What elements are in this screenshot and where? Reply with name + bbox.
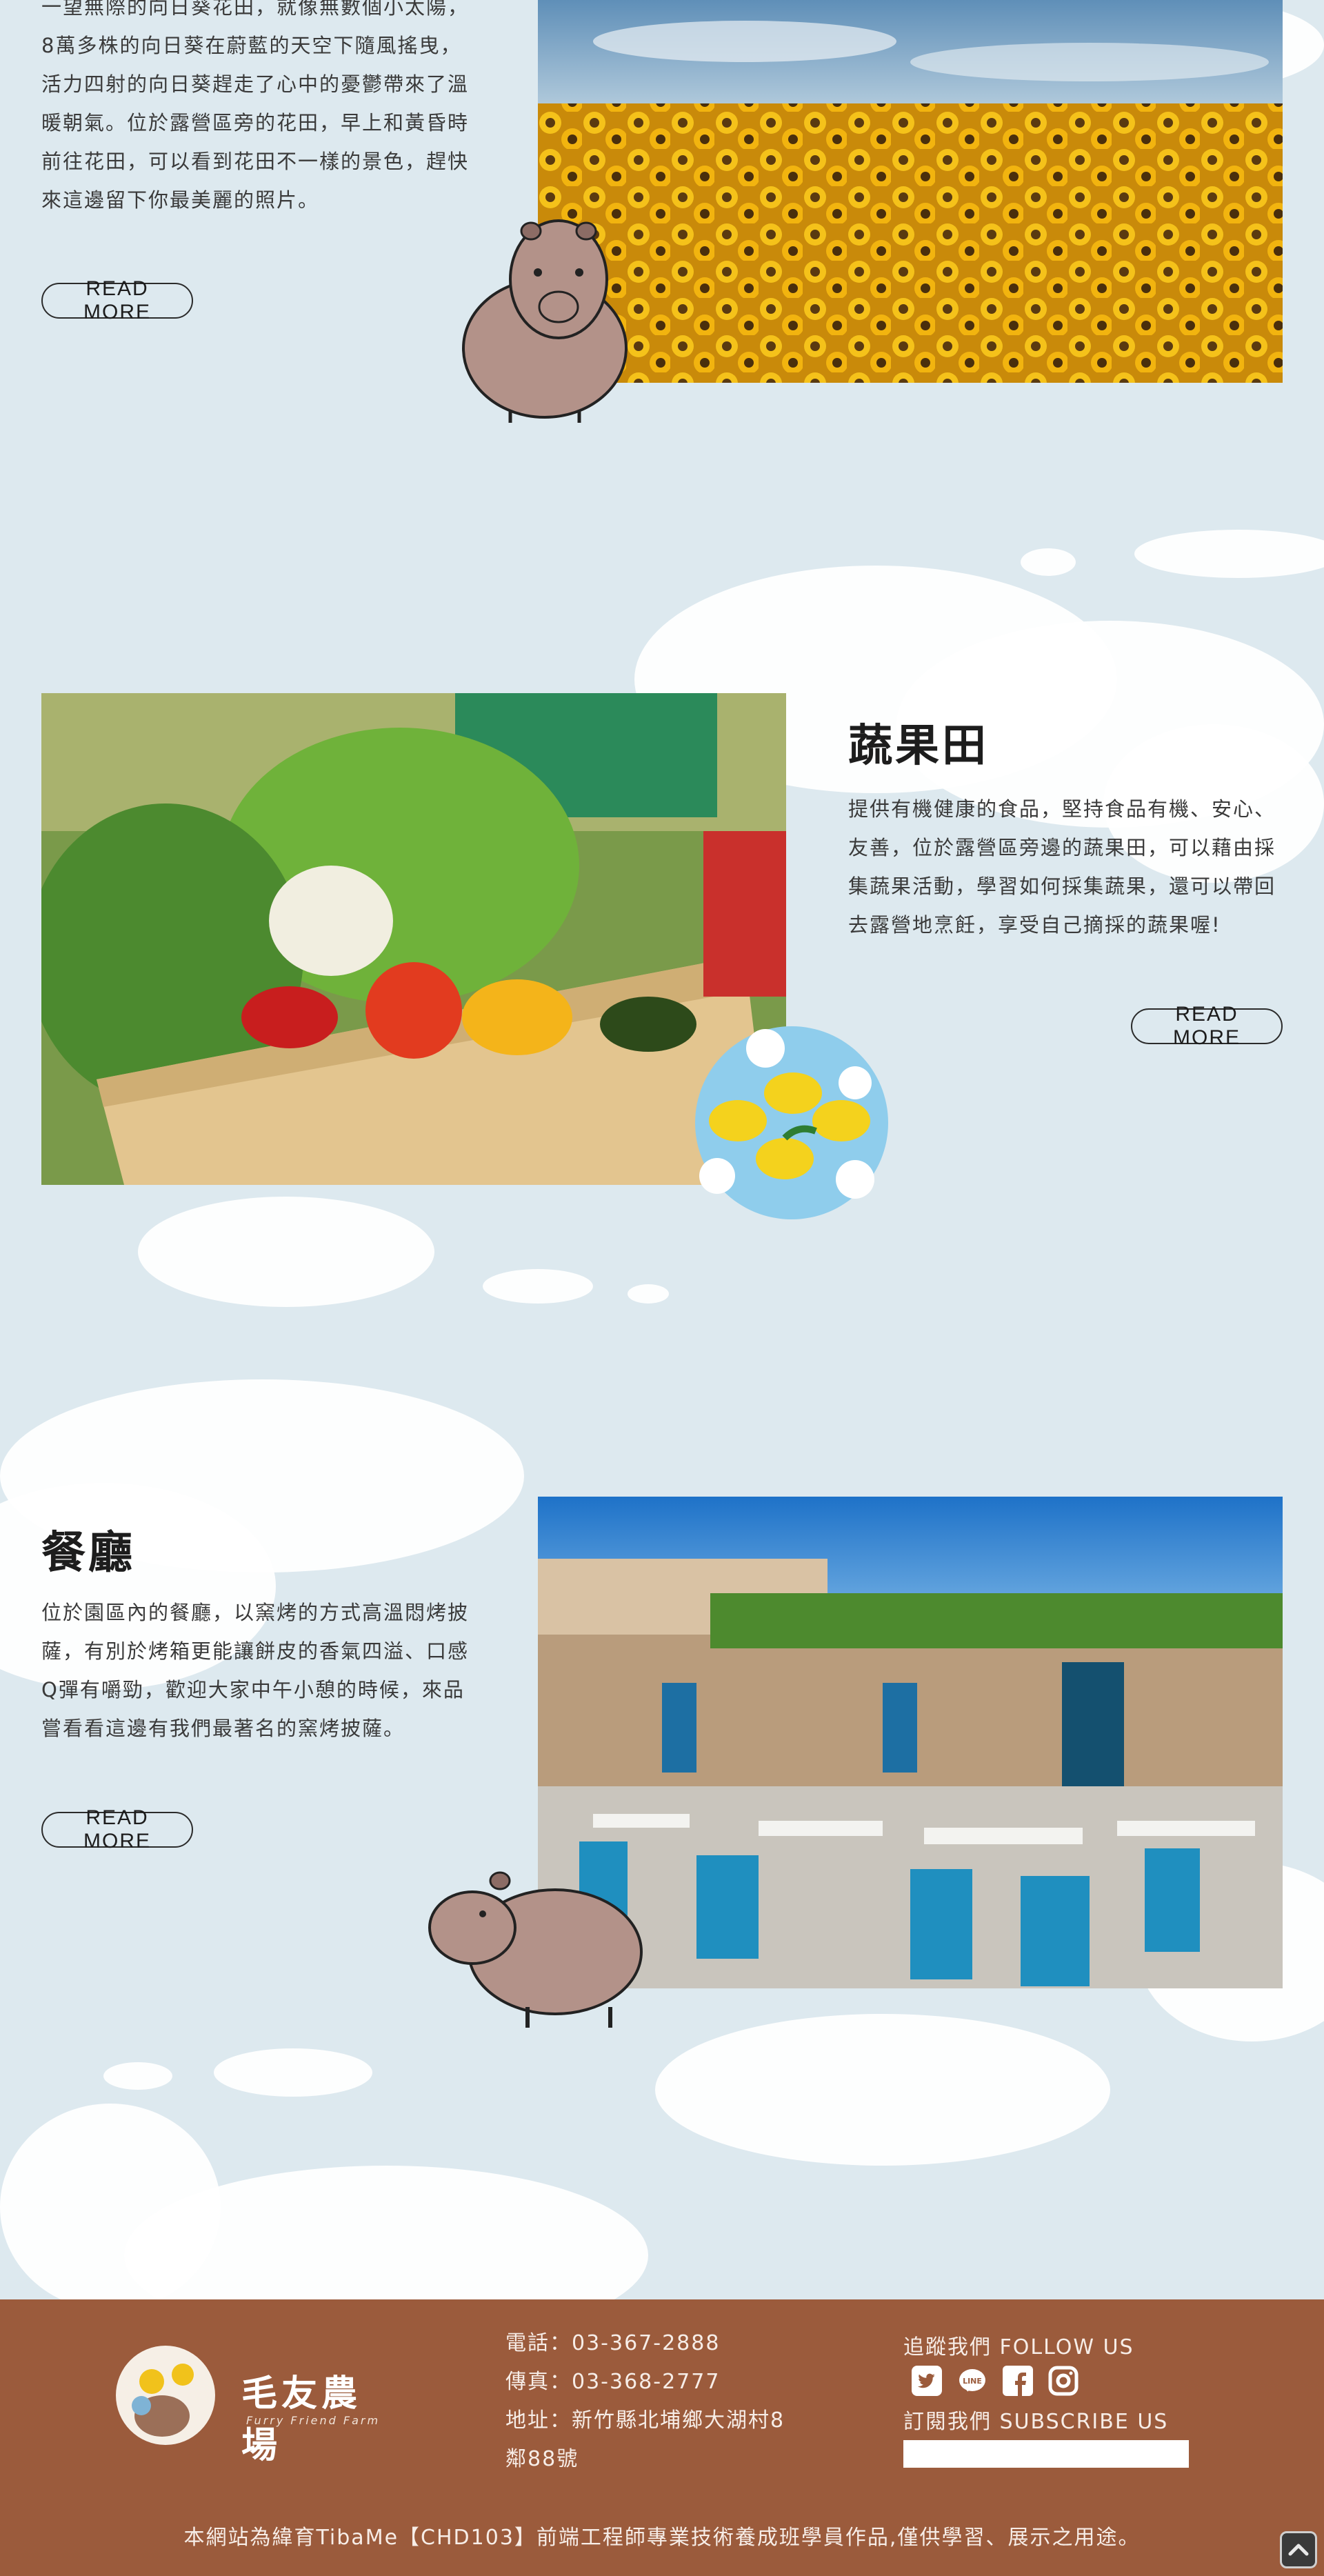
chevron-up-icon bbox=[1288, 2544, 1309, 2556]
svg-text:LINE: LINE bbox=[963, 2377, 982, 2386]
footer-copyright: 本網站為緯育TibaMe【CHD103】前端工程師專業技術養成班學員作品,僅供學… bbox=[183, 2526, 1141, 2550]
instagram-icon[interactable] bbox=[1048, 2366, 1079, 2396]
back-to-top-button[interactable] bbox=[1280, 2531, 1317, 2568]
footer-fax: 傳真：03-368-2777 bbox=[505, 2370, 721, 2394]
capybara-illustration bbox=[424, 1866, 652, 2031]
vegetable-crate-photo bbox=[41, 693, 786, 1185]
desc-line: 前往花田，可以看到花田不一樣的景色，趕快 bbox=[41, 150, 470, 173]
footer-follow-label: 追蹤我們 FOLLOW US bbox=[903, 2335, 1134, 2359]
sunflower-section: 一望無際的向日葵花田，就像無數個小太陽， 8萬多株的向日葵在蔚藍的天空下隨風搖曳… bbox=[0, 0, 1324, 428]
site-footer: 毛友農場 Furry Friend Farm 電話：03-367-2888 傳真… bbox=[0, 2299, 1324, 2576]
footer-phone: 電話：03-367-2888 bbox=[505, 2331, 721, 2355]
desc-line: 8萬多株的向日葵在蔚藍的天空下隨風搖曳， bbox=[41, 34, 462, 57]
vegetable-read-more-button[interactable]: READ MORE bbox=[1131, 1003, 1283, 1049]
subscribe-email-input[interactable] bbox=[903, 2440, 1189, 2468]
restaurant-section: 餐廳 位於園區內的餐廳，以窯烤的方式高溫悶烤披 薩，有別於烤箱更能讓餅皮的香氣四… bbox=[0, 1490, 1324, 2041]
vegetable-description: 提供有機健康的食品，堅持食品有機、安心、 友善，位於露營區旁邊的蔬果田，可以藉由… bbox=[848, 790, 1290, 944]
line-icon[interactable]: LINE bbox=[957, 2366, 987, 2396]
site-logo[interactable]: 毛友農場 Furry Friend Farm bbox=[114, 2344, 390, 2466]
restaurant-description: 位於園區內的餐廳，以窯烤的方式高溫悶烤披 薩，有別於烤箱更能讓餅皮的香氣四溢、口… bbox=[41, 1593, 483, 1748]
social-icons: LINE bbox=[912, 2366, 1091, 2399]
footer-address-line2: 鄰88號 bbox=[505, 2447, 579, 2471]
vegetable-title: 蔬果田 bbox=[848, 721, 989, 772]
desc-line: 位於園區內的餐廳，以窯烤的方式高溫悶烤披 bbox=[41, 1601, 470, 1624]
desc-line: 薩，有別於烤箱更能讓餅皮的香氣四溢、口感 bbox=[41, 1639, 470, 1663]
desc-line: 來這邊留下你最美麗的照片。 bbox=[41, 188, 320, 212]
desc-line: 去露營地烹飪，享受自己摘採的蔬果喔! bbox=[848, 913, 1221, 937]
footer-subscribe-label: 訂閱我們 SUBSCRIBE US bbox=[903, 2410, 1169, 2434]
desc-line: 暖朝氣。位於露營區旁的花田，早上和黃昏時 bbox=[41, 111, 470, 134]
restaurant-title: 餐廳 bbox=[41, 1528, 135, 1579]
vegetable-section: 蔬果田 提供有機健康的食品，堅持食品有機、安心、 友善，位於露營區旁邊的蔬果田，… bbox=[0, 690, 1324, 1241]
orange-fruit-badge bbox=[690, 1021, 890, 1221]
desc-line: 集蔬果活動，學習如何採集蔬果，還可以帶回 bbox=[848, 875, 1276, 898]
desc-line: 活力四射的向日葵趕走了心中的憂鬱帶來了溫 bbox=[41, 72, 470, 96]
facebook-icon[interactable] bbox=[1003, 2366, 1033, 2396]
restaurant-read-more-button[interactable]: READ MORE bbox=[41, 1806, 193, 1853]
logo-subtext: Furry Friend Farm bbox=[246, 2414, 381, 2427]
capybara-illustration bbox=[455, 203, 634, 424]
sunflower-field-photo bbox=[538, 0, 1283, 383]
desc-line: 友善，位於露營區旁邊的蔬果田，可以藉由採 bbox=[848, 836, 1276, 859]
footer-address-line1: 地址：新竹縣北埔鄉大湖村8 bbox=[505, 2408, 785, 2433]
desc-line: 提供有機健康的食品，堅持食品有機、安心、 bbox=[848, 797, 1276, 821]
desc-line: 嘗看看這邊有我們最著名的窯烤披薩。 bbox=[41, 1717, 405, 1740]
sunflower-description: 一望無際的向日葵花田，就像無數個小太陽， 8萬多株的向日葵在蔚藍的天空下隨風搖曳… bbox=[41, 0, 483, 219]
desc-line: Q彈有嚼勁，歡迎大家中午小憩的時候，來品 bbox=[41, 1678, 465, 1701]
desc-line: 一望無際的向日葵花田，就像無數個小太陽， bbox=[41, 0, 470, 19]
sunflower-read-more-button[interactable]: READ MORE bbox=[41, 277, 193, 323]
twitter-icon[interactable] bbox=[912, 2366, 942, 2396]
